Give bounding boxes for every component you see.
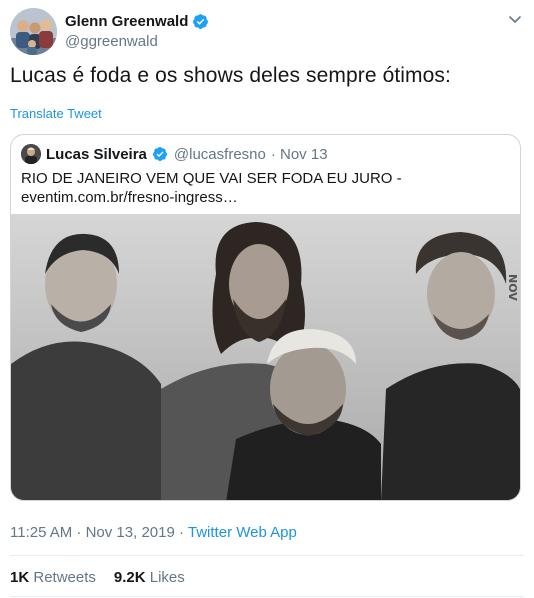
quoted-tweet-header: Lucas Silveira @lucasfresno · Nov 13 bbox=[21, 144, 328, 164]
quoted-tweet-date: · Nov 13 bbox=[270, 145, 328, 163]
tweet-meta: 11:25 AM · Nov 13, 2019 · Twitter Web Ap… bbox=[10, 524, 297, 541]
likes-count: 9.2K bbox=[113, 569, 146, 586]
verified-badge-icon bbox=[192, 13, 209, 30]
likes-label: Likes bbox=[149, 569, 185, 586]
tweet-source-link[interactable]: Twitter Web App bbox=[188, 524, 297, 541]
divider bbox=[10, 596, 524, 597]
tweet-header: Glenn Greenwald @ggreenwald bbox=[10, 7, 524, 55]
verified-badge-icon bbox=[152, 146, 169, 163]
retweets-count: 1K bbox=[10, 569, 30, 586]
author-display-name[interactable]: Glenn Greenwald bbox=[65, 13, 188, 30]
quoted-tweet-text: RIO DE JANEIRO VEM QUE VAI SER FODA EU J… bbox=[21, 170, 402, 206]
divider bbox=[10, 555, 524, 556]
author-handle[interactable]: @ggreenwald bbox=[65, 33, 209, 50]
quoted-author-display-name: Lucas Silveira bbox=[46, 145, 147, 163]
quoted-tweet-photo[interactable]: NOV bbox=[11, 214, 520, 500]
likes-stat[interactable]: 9.2K Likes bbox=[114, 569, 185, 586]
photo-watermark: NOV bbox=[506, 274, 519, 301]
quoted-author-handle: @lucasfresno bbox=[173, 145, 266, 163]
author-avatar[interactable] bbox=[10, 8, 57, 55]
tweet-timestamp[interactable]: 11:25 AM · Nov 13, 2019 bbox=[10, 524, 175, 541]
retweets-label: Retweets bbox=[33, 569, 96, 586]
retweets-stat[interactable]: 1K Retweets bbox=[10, 569, 96, 586]
quoted-author-avatar bbox=[21, 144, 41, 164]
quoted-tweet-card[interactable]: Lucas Silveira @lucasfresno · Nov 13 RIO… bbox=[10, 134, 521, 501]
tweet-stats: 1K Retweets 9.2K Likes bbox=[10, 569, 185, 586]
chevron-down-icon[interactable] bbox=[506, 10, 524, 28]
translate-tweet-link[interactable]: Translate Tweet bbox=[10, 106, 102, 121]
tweet-text: Lucas é foda e os shows deles sempre óti… bbox=[10, 64, 451, 87]
meta-separator: · bbox=[174, 524, 188, 541]
